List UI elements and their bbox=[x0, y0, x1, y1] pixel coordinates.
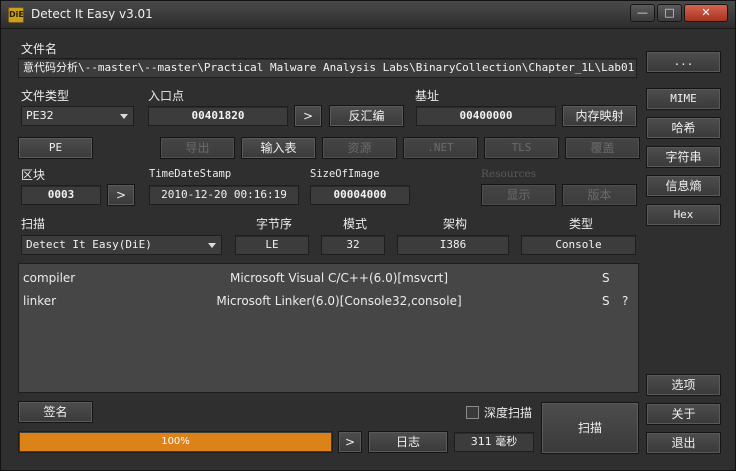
filetype-select[interactable]: PE32 bbox=[21, 106, 134, 126]
resources-button[interactable]: 资源 bbox=[322, 137, 397, 159]
chevron-down-icon bbox=[208, 243, 216, 248]
hash-button[interactable]: 哈希 bbox=[646, 117, 721, 139]
chevron-down-icon bbox=[120, 114, 128, 119]
result-type: linker bbox=[23, 294, 57, 308]
sizeofimage-field[interactable]: 00004000 bbox=[310, 185, 410, 205]
endian-field: LE bbox=[235, 235, 309, 255]
filename-field[interactable]: 意代码分析\--master\--master\Practical Malwar… bbox=[18, 58, 637, 78]
log-goto-button[interactable]: > bbox=[338, 431, 362, 453]
result-type: compiler bbox=[23, 271, 76, 285]
overlay-button[interactable]: 覆盖 bbox=[565, 137, 640, 159]
browse-button[interactable]: ... bbox=[646, 51, 721, 73]
arch-label: 架构 bbox=[443, 217, 468, 231]
section-label: 区块 bbox=[21, 168, 46, 182]
result-name: Microsoft Visual C/C++(6.0)[msvcrt] bbox=[229, 271, 449, 285]
deep-scan-label: 深度扫描 bbox=[484, 406, 533, 420]
entrypoint-goto-button[interactable]: > bbox=[294, 105, 322, 127]
signature-button[interactable]: S bbox=[602, 290, 610, 312]
progress-text: 100% bbox=[161, 436, 190, 447]
section-goto-button[interactable]: > bbox=[107, 184, 135, 206]
exit-button[interactable]: 退出 bbox=[646, 432, 721, 454]
scan-progress-bar: 100% bbox=[18, 431, 333, 453]
entrypoint-field[interactable]: 00401820 bbox=[148, 106, 288, 126]
scan-button[interactable]: 扫描 bbox=[541, 402, 639, 454]
arch-field: I386 bbox=[397, 235, 509, 255]
timestamp-label: TimeDateStamp bbox=[149, 168, 232, 180]
entropy-button[interactable]: 信息熵 bbox=[646, 175, 721, 197]
result-name: Microsoft Linker(6.0)[Console32,console] bbox=[216, 294, 462, 308]
import-button[interactable]: 输入表 bbox=[241, 137, 316, 159]
info-button[interactable]: ? bbox=[622, 290, 628, 312]
type-label: 类型 bbox=[569, 217, 594, 231]
app-logo-icon: DiE bbox=[8, 7, 24, 23]
hex-button[interactable]: Hex bbox=[646, 204, 721, 226]
window-title: Detect It Easy v3.01 bbox=[31, 7, 153, 21]
results-list: compiler Microsoft Visual C/C++(6.0)[msv… bbox=[18, 263, 639, 393]
about-button[interactable]: 关于 bbox=[646, 403, 721, 425]
filetype-label: 文件类型 bbox=[21, 89, 70, 103]
mode-label: 模式 bbox=[343, 217, 368, 231]
type-field: Console bbox=[521, 235, 636, 255]
base-field[interactable]: 00400000 bbox=[416, 106, 556, 126]
resources-show-button[interactable]: 显示 bbox=[481, 184, 556, 206]
entrypoint-label: 入口点 bbox=[148, 89, 185, 103]
base-label: 基址 bbox=[415, 89, 440, 103]
export-button[interactable]: 导出 bbox=[160, 137, 235, 159]
filetype-value: PE32 bbox=[26, 109, 54, 122]
scan-engine-select[interactable]: Detect It Easy(DiE) bbox=[21, 235, 222, 255]
scan-label: 扫描 bbox=[21, 217, 46, 231]
result-row[interactable]: compiler Microsoft Visual C/C++(6.0)[msv… bbox=[19, 267, 638, 289]
result-row[interactable]: linker Microsoft Linker(6.0)[Console32,c… bbox=[19, 290, 638, 312]
strings-button[interactable]: 字符串 bbox=[646, 146, 721, 168]
mime-button[interactable]: MIME bbox=[646, 88, 721, 110]
minimize-button[interactable]: — bbox=[630, 4, 655, 22]
close-button[interactable]: ✕ bbox=[684, 4, 728, 22]
filename-label: 文件名 bbox=[21, 42, 58, 56]
maximize-button[interactable]: □ bbox=[657, 4, 682, 22]
memory-map-button[interactable]: 内存映射 bbox=[562, 105, 637, 127]
sizeofimage-label: SizeOfImage bbox=[310, 168, 380, 180]
disassemble-button[interactable]: 反汇编 bbox=[329, 105, 404, 127]
timestamp-field[interactable]: 2010-12-20 00:16:19 bbox=[149, 185, 299, 205]
signature-button-main[interactable]: 签名 bbox=[18, 401, 93, 423]
section-field[interactable]: 0003 bbox=[21, 185, 101, 205]
scan-engine-value: Detect It Easy(DiE) bbox=[26, 238, 152, 251]
pe-button[interactable]: PE bbox=[18, 137, 93, 159]
deep-scan-checkbox[interactable] bbox=[466, 406, 479, 419]
dotnet-button[interactable]: .NET bbox=[403, 137, 478, 159]
endian-label: 字节序 bbox=[256, 217, 293, 231]
tls-button[interactable]: TLS bbox=[484, 137, 559, 159]
signature-button[interactable]: S bbox=[602, 267, 610, 289]
title-bar: DiE Detect It Easy v3.01 — □ ✕ bbox=[1, 1, 735, 29]
resources-label: Resources bbox=[481, 168, 537, 180]
scan-time-field: 311 毫秒 bbox=[454, 432, 534, 452]
log-button[interactable]: 日志 bbox=[368, 431, 448, 453]
main-window: DiE Detect It Easy v3.01 — □ ✕ 文件名 意代码分析… bbox=[0, 0, 736, 471]
mode-field: 32 bbox=[321, 235, 385, 255]
resources-version-button[interactable]: 版本 bbox=[562, 184, 637, 206]
options-button[interactable]: 选项 bbox=[646, 374, 721, 396]
